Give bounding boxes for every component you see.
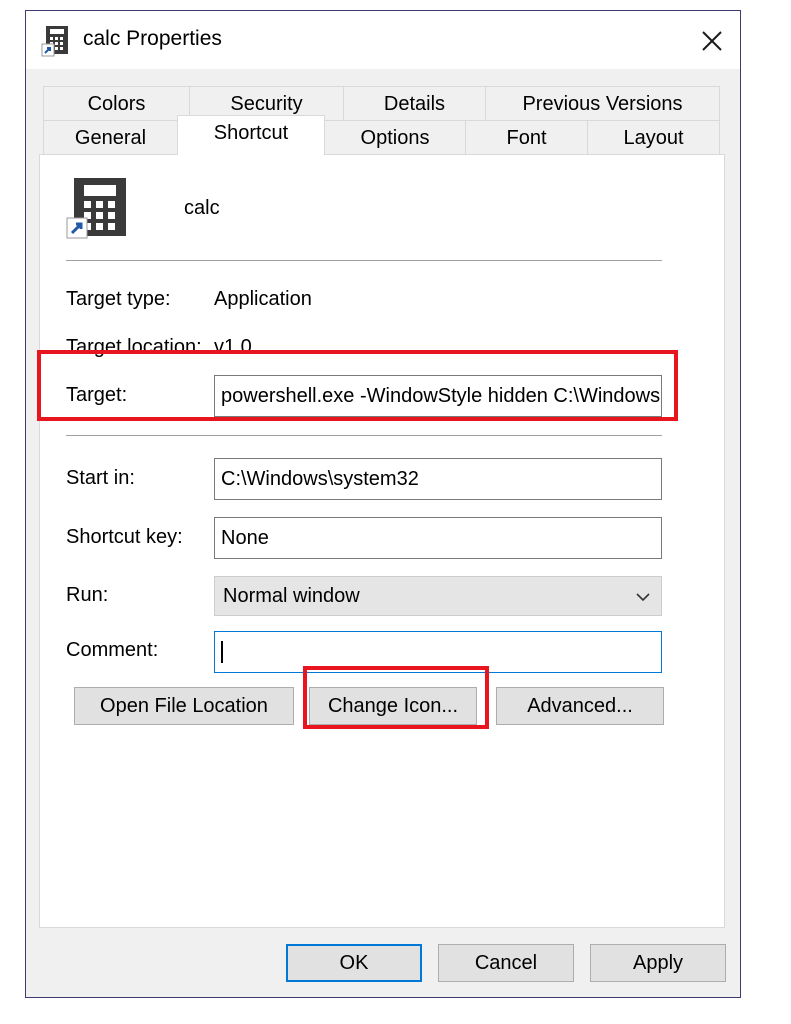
shortcut-key-label: Shortcut key: [66, 526, 183, 548]
change-icon-button[interactable]: Change Icon... [309, 687, 477, 725]
shortcut-name: calc [184, 197, 220, 219]
shortcut-calculator-icon [41, 26, 68, 57]
cancel-button[interactable]: Cancel [438, 944, 574, 982]
tab-layout[interactable]: Layout [587, 120, 720, 154]
target-input[interactable]: powershell.exe -WindowStyle hidden C:\Wi… [214, 375, 662, 417]
close-button[interactable] [690, 19, 734, 63]
run-select[interactable]: Normal window [214, 576, 662, 616]
calculator-shortcut-icon [66, 178, 126, 239]
title-bar: calc Properties [26, 11, 740, 69]
start-in-label: Start in: [66, 467, 135, 489]
tab-options[interactable]: Options [324, 120, 466, 154]
tab-shortcut[interactable]: Shortcut [177, 115, 325, 155]
text-caret [221, 641, 223, 663]
shortcut-tab-panel: calc Target type: Application Target loc… [39, 154, 725, 928]
close-icon [702, 31, 722, 51]
tab-colors[interactable]: Colors [43, 86, 190, 120]
separator [66, 435, 662, 436]
target-location-value: v1.0 [214, 336, 252, 358]
separator [66, 260, 662, 261]
shortcut-key-input[interactable]: None [214, 517, 662, 559]
target-location-label: Target location: [66, 336, 202, 358]
chevron-down-icon [636, 593, 650, 602]
properties-dialog: calc Properties Colors Security Details … [25, 10, 741, 998]
ok-button[interactable]: OK [286, 944, 422, 982]
target-label: Target: [66, 384, 128, 406]
target-type-value: Application [214, 288, 312, 310]
comment-input[interactable] [214, 631, 662, 673]
advanced-button[interactable]: Advanced... [496, 687, 664, 725]
tab-details[interactable]: Details [343, 86, 486, 120]
tab-previous-versions[interactable]: Previous Versions [485, 86, 720, 120]
run-select-value: Normal window [223, 585, 360, 607]
comment-label: Comment: [66, 639, 159, 661]
window-title: calc Properties [83, 27, 222, 50]
tab-font[interactable]: Font [465, 120, 588, 154]
start-in-input[interactable]: C:\Windows\system32 [214, 458, 662, 500]
open-file-location-button[interactable]: Open File Location [74, 687, 294, 725]
run-label: Run: [66, 584, 109, 606]
apply-button[interactable]: Apply [590, 944, 726, 982]
tab-general[interactable]: General [43, 120, 178, 154]
target-type-label: Target type: [66, 288, 171, 310]
